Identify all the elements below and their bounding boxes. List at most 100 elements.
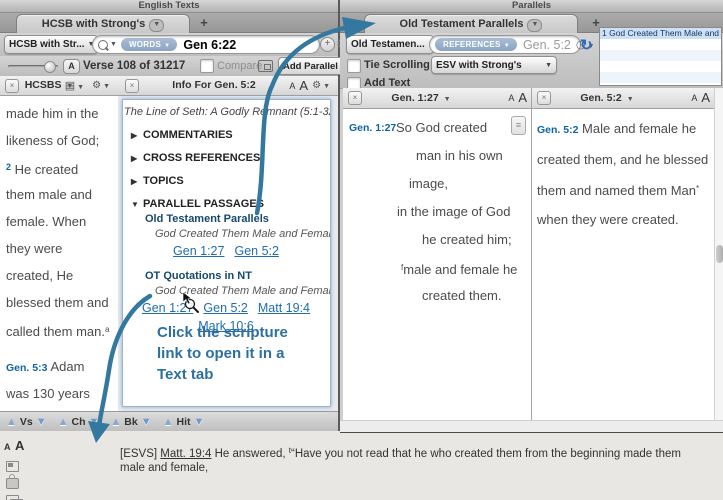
gear-icon[interactable]: ⚙▼ xyxy=(92,80,114,91)
note-marker[interactable]: a xyxy=(105,325,109,334)
pane-title[interactable]: Gen. 1:27 ▼ xyxy=(363,88,483,107)
nav-label: Vs xyxy=(20,416,33,428)
passage-group-title[interactable]: OT Quotations in NT xyxy=(145,270,330,282)
font-increase-button[interactable]: A xyxy=(15,438,24,453)
window-titlebar[interactable]: Parallels xyxy=(340,0,723,13)
list-item[interactable] xyxy=(600,50,721,61)
scripture-link[interactable]: Matt. 19:4 xyxy=(160,448,211,460)
nav-group-bk: ▲Bk▼ xyxy=(110,416,151,428)
disclosure-closed-icon[interactable]: ▶ xyxy=(131,131,143,140)
disclosure-closed-icon[interactable]: ▶ xyxy=(131,177,143,186)
annotation-line: Text tab xyxy=(157,364,288,385)
search-mode-pill[interactable]: REFERENCES▼ xyxy=(435,38,517,51)
nav-up-triangle[interactable]: ▲ xyxy=(163,416,174,428)
reference-field[interactable]: REFERENCES▼ Gen. 5:2 ◷▼ xyxy=(429,35,581,54)
close-icon[interactable]: × xyxy=(5,79,19,93)
font-decrease-button[interactable]: A xyxy=(508,93,514,103)
new-tab-button[interactable]: + xyxy=(196,15,212,30)
bible-text-pane: × HCSBS ▼ ▤▼ ⚙▼ made him in thelikeness … xyxy=(0,76,119,411)
search-mode-pill[interactable]: WORDS▼ xyxy=(121,38,177,51)
scripture-link[interactable]: Matt 19:4 xyxy=(258,301,310,315)
note-marker[interactable]: f xyxy=(401,263,403,272)
info-heading: The Line of Seth: A Godly Remnant (5:1-3… xyxy=(124,106,330,118)
note-marker[interactable]: * xyxy=(696,184,699,193)
disclosure-open-icon[interactable]: ▼ xyxy=(131,200,143,209)
scrollbar-thumb[interactable] xyxy=(716,245,723,263)
font-increase-button[interactable]: A xyxy=(299,78,308,93)
window-titlebar[interactable]: English Texts xyxy=(0,0,338,13)
verse-number: 2 xyxy=(6,162,11,172)
search-input[interactable]: Gen 6:22 xyxy=(183,38,236,52)
info-section-parallel-passages[interactable]: ▼PARALLEL PASSAGES xyxy=(131,198,330,210)
parallel-module-select[interactable]: Old Testamen...▼ xyxy=(346,35,434,54)
font-decrease-button[interactable]: A xyxy=(289,81,295,91)
verse-ref[interactable]: Gen. 5:2 xyxy=(537,124,578,136)
slider-thumb[interactable] xyxy=(44,61,56,73)
gen-5-2-pane: × Gen. 5:2 ▼ A A Gen. 5:2 Male and femal… xyxy=(532,88,714,420)
font-increase-button[interactable]: A xyxy=(701,90,710,105)
nav-up-triangle[interactable]: ▲ xyxy=(110,416,121,428)
nav-label: Hit xyxy=(177,416,191,428)
poetry-line: image, xyxy=(347,170,529,198)
disclosure-closed-icon[interactable]: ▶ xyxy=(131,154,143,163)
font-decrease-button[interactable]: A xyxy=(691,93,697,103)
list-item-selected[interactable]: 1 God Created Them Male and Female xyxy=(600,28,721,39)
verse-ref[interactable]: Gen. 5:3 xyxy=(6,362,47,374)
nav-down-triangle[interactable]: ▼ xyxy=(89,416,100,428)
nav-down-triangle[interactable]: ▼ xyxy=(36,416,47,428)
scripture-link[interactable]: Gen 5:2 xyxy=(234,244,278,258)
list-item[interactable] xyxy=(600,39,721,50)
search-mode-chevron-icon[interactable]: ▼ xyxy=(110,41,117,48)
close-icon[interactable]: × xyxy=(348,91,362,105)
nav-up-triangle[interactable]: ▲ xyxy=(58,416,69,428)
font-increase-button[interactable]: A xyxy=(518,90,527,105)
close-icon[interactable]: × xyxy=(537,91,551,105)
parallel-module-label: Old Testamen... xyxy=(351,39,425,50)
info-section-topics[interactable]: ▶TOPICS xyxy=(131,175,330,187)
scripture-link[interactable]: Gen 5:2 xyxy=(203,301,247,315)
text-module-label: HCSB with Str... xyxy=(9,39,85,50)
tab-dropdown-icon[interactable]: ▼ xyxy=(149,19,164,32)
pane-title[interactable]: Gen. 5:2 ▼ xyxy=(552,88,666,107)
bible-pane-header: × HCSBS ▼ ▤▼ ⚙▼ xyxy=(0,76,118,96)
gear-icon[interactable]: ⚙▼ xyxy=(312,80,334,91)
list-item[interactable] xyxy=(600,83,721,86)
search-icon[interactable] xyxy=(98,40,108,50)
info-section-commentaries[interactable]: ▶COMMENTARIES xyxy=(131,129,330,141)
search-field[interactable]: ▼ WORDS▼ Gen 6:22 xyxy=(92,35,320,54)
scripture-link[interactable]: Gen 1:27 xyxy=(173,244,224,258)
list-item[interactable] xyxy=(600,72,721,83)
open-in-window-icon[interactable] xyxy=(6,461,19,472)
close-icon[interactable]: × xyxy=(125,79,139,93)
refresh-recycle-icon[interactable]: ↻ xyxy=(580,36,593,54)
esv-module-select[interactable]: ESV with Strong's▼ xyxy=(431,56,557,74)
vertical-scrollbar[interactable] xyxy=(714,88,723,420)
info-section-cross-references[interactable]: ▶CROSS REFERENCES xyxy=(131,152,330,164)
nav-down-triangle[interactable]: ▼ xyxy=(141,416,152,428)
nav-up-triangle[interactable]: ▲ xyxy=(6,416,17,428)
book-icon[interactable]: ▤▼ xyxy=(65,79,88,92)
list-item[interactable] xyxy=(600,61,721,72)
font-size-badge[interactable]: A xyxy=(63,59,80,74)
add-search-button[interactable]: + xyxy=(320,37,335,52)
bible-text-line: created, He xyxy=(6,262,116,289)
passage-group-title[interactable]: Old Testament Parallels xyxy=(145,213,330,225)
copy-icon[interactable] xyxy=(6,495,19,500)
text-module-select[interactable]: HCSB with Str...▼ xyxy=(4,35,98,54)
nav-down-triangle[interactable]: ▼ xyxy=(194,416,205,428)
scroll-column-icon[interactable]: ≡ xyxy=(511,116,526,135)
reference-input[interactable]: Gen. 5:2 xyxy=(523,38,571,52)
passage-group-subtitle: God Created Them Male and Female xyxy=(155,228,330,240)
tab-dropdown-icon[interactable]: ▼ xyxy=(527,19,542,32)
add-parallel-button[interactable]: Add Parallel▼ xyxy=(278,57,344,75)
compare-checkbox[interactable] xyxy=(200,59,214,73)
lock-icon[interactable] xyxy=(6,478,19,489)
verse-status: Verse 108 of 31217 xyxy=(83,60,185,72)
font-decrease-button[interactable]: A xyxy=(4,442,11,452)
verse-ref[interactable]: Gen. 1:27 xyxy=(349,122,396,134)
pane-display-icon[interactable] xyxy=(258,60,273,72)
tie-scrolling-checkbox[interactable] xyxy=(347,59,361,73)
tab-hcsb-with-strongs[interactable]: HCSB with Strong's▼ xyxy=(16,14,190,33)
scripture-link[interactable]: Gen 1:27 xyxy=(142,301,193,315)
tab-old-testament-parallels[interactable]: Old Testament Parallels▼ xyxy=(364,14,578,33)
